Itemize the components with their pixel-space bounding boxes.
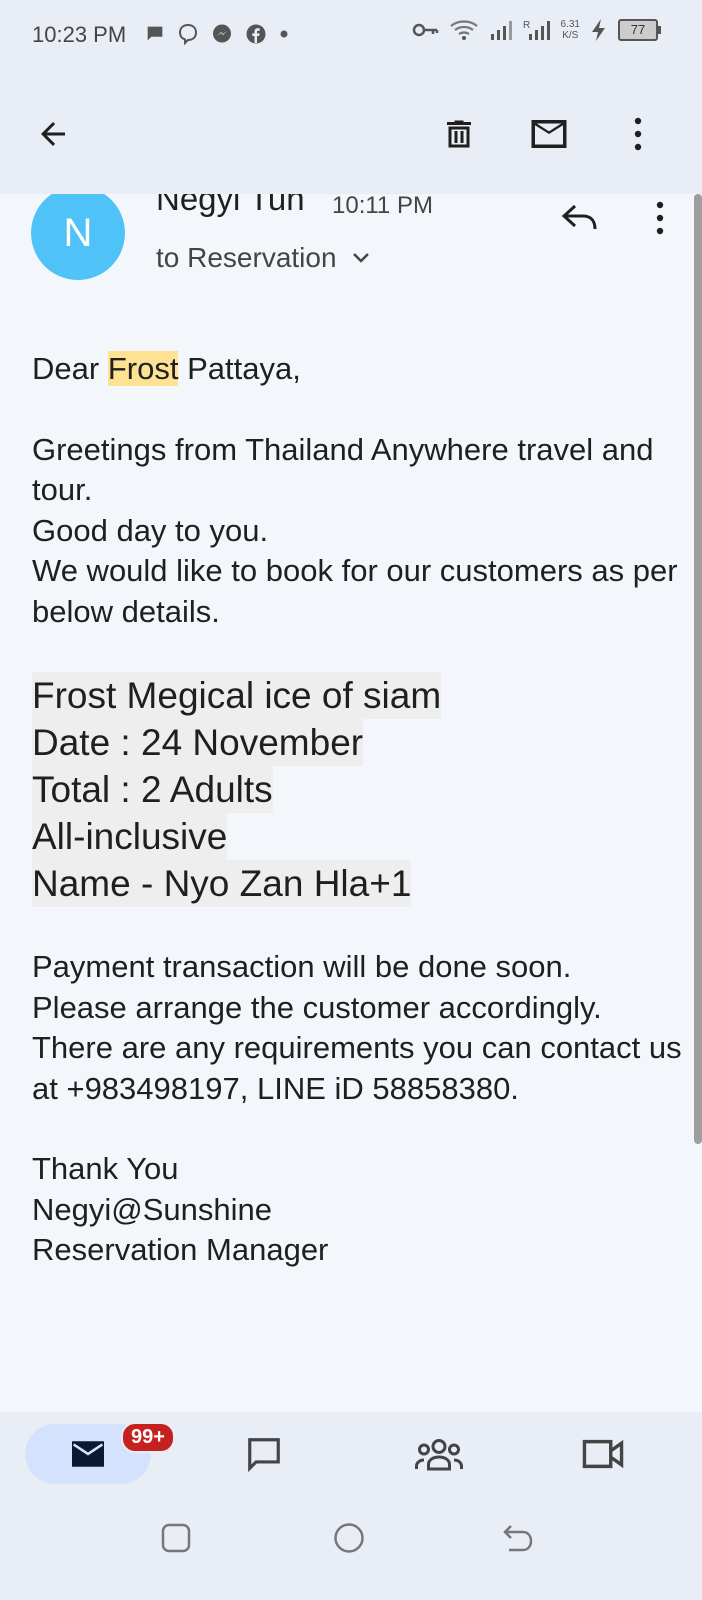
- booking-line: All-inclusive: [32, 813, 228, 860]
- greeting: Dear Frost Pattaya,: [32, 349, 682, 390]
- mail-icon: [72, 1441, 104, 1467]
- recents-button[interactable]: [156, 1518, 196, 1558]
- search-highlight: Frost: [107, 351, 179, 386]
- more-vert-icon: [634, 117, 642, 151]
- unread-badge: 99+: [121, 1422, 175, 1453]
- battery-icon: 77: [618, 19, 661, 41]
- spaces-icon: [415, 1439, 463, 1471]
- booking-line: Name - Nyo Zan Hla+1: [32, 860, 412, 907]
- chat-icon: [248, 1438, 280, 1473]
- nav-meet[interactable]: [578, 1424, 628, 1484]
- svg-text:R: R: [523, 20, 530, 31]
- back-arrow-icon: [41, 122, 65, 146]
- reply-icon: [561, 204, 597, 230]
- dot-icon: [280, 30, 288, 38]
- signal-roaming-icon: R: [523, 20, 550, 40]
- delete-icon: [447, 120, 471, 148]
- status-bar: 10:23 PM R 6.31 K/S 77: [0, 0, 702, 70]
- recents-icon: [161, 1523, 191, 1553]
- network-speed-value: 6.31: [560, 19, 580, 30]
- status-time: 10:23 PM: [32, 22, 127, 47]
- booking-details: Frost Megical ice of siam Date : 24 Nove…: [32, 672, 682, 907]
- sender-name: Negyi Tun: [156, 194, 305, 217]
- home-icon: [334, 1523, 364, 1553]
- intro-line: Good day to you.: [32, 512, 269, 548]
- more-vert-icon: [656, 201, 664, 235]
- charging-icon: [592, 19, 605, 41]
- sender-avatar[interactable]: N: [31, 194, 125, 280]
- booking-line: Total : 2 Adults: [32, 766, 273, 813]
- mark-unread-icon: [531, 120, 567, 148]
- closing-line: Payment transaction will be done soon.: [32, 949, 572, 984]
- signature-line: Reservation Manager: [32, 1232, 329, 1267]
- app-bar: [0, 70, 702, 194]
- chevron-down-icon: [352, 253, 369, 263]
- scrollbar[interactable]: [694, 194, 702, 1144]
- mark-unread-button[interactable]: [525, 110, 573, 158]
- intro-line: Greetings from Thailand Anywhere travel …: [32, 431, 654, 508]
- network-speed-unit: K/S: [562, 30, 579, 41]
- more-options-button[interactable]: [614, 110, 662, 158]
- delete-button[interactable]: [435, 110, 483, 158]
- messenger-icon: [213, 24, 231, 43]
- nav-chat[interactable]: [236, 1424, 292, 1484]
- system-back-icon: [503, 1525, 533, 1552]
- recipient-label: to Reservation: [156, 242, 337, 273]
- greeting-suffix: Pattaya,: [187, 351, 301, 386]
- sent-time: 10:11 PM: [332, 194, 433, 219]
- greeting-prefix: Dear: [32, 351, 100, 386]
- viber-icon: [178, 23, 198, 46]
- meet-icon: [582, 1439, 624, 1469]
- back-button[interactable]: [29, 110, 77, 158]
- wifi-icon: [449, 20, 478, 40]
- closing-line: There are any requirements you can conta…: [32, 1030, 682, 1106]
- network-speed: 6.31 K/S: [561, 19, 580, 41]
- key-icon: [412, 23, 438, 37]
- closing-line: Please arrange the customer accordingly.: [32, 989, 602, 1025]
- home-button[interactable]: [329, 1518, 369, 1558]
- chat-bubble-icon: [147, 26, 163, 41]
- nav-spaces[interactable]: [404, 1424, 474, 1484]
- booking-line: Frost Megical ice of siam: [32, 672, 442, 719]
- booking-line: Date : 24 November: [32, 719, 364, 766]
- signal-icon: [490, 21, 512, 40]
- recipient-toggle[interactable]: to Reservation: [156, 242, 371, 274]
- reply-button[interactable]: [556, 194, 604, 242]
- system-back-button[interactable]: [498, 1518, 538, 1558]
- message-more-button[interactable]: [640, 194, 680, 242]
- intro-line: We would like to book for our customers …: [32, 553, 678, 629]
- signature-line: Thank You: [32, 1151, 179, 1186]
- signature-line: Negyi@Sunshine: [32, 1191, 272, 1227]
- email-content[interactable]: N Negyi Tun 10:11 PM to Reservation Dear…: [0, 194, 702, 1412]
- notification-icons: [144, 22, 290, 46]
- email-body: Dear Frost Pattaya, Greetings from Thail…: [32, 349, 682, 1271]
- nav-mail[interactable]: 99+: [25, 1422, 175, 1484]
- bottom-navigation: 99+: [0, 1412, 702, 1600]
- facebook-icon: [246, 24, 266, 44]
- system-status-icons: R 6.31 K/S 77: [411, 18, 661, 42]
